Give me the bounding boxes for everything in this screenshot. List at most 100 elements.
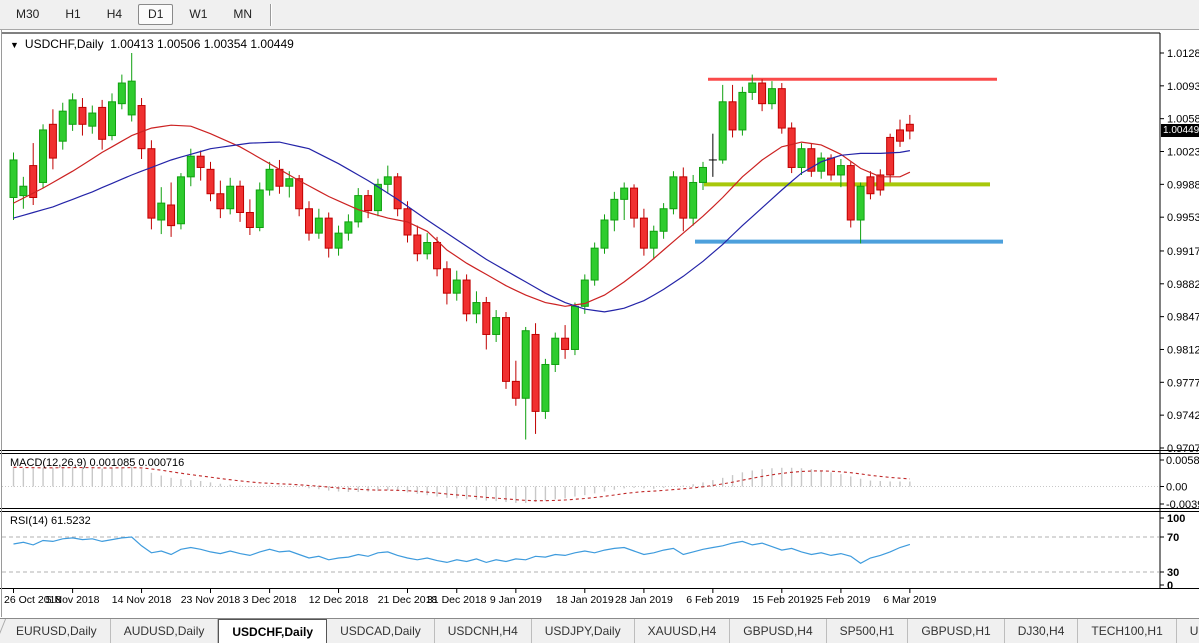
- bear-candle: [236, 185, 245, 213]
- bear-candle: [275, 168, 284, 187]
- bear-candle: [502, 317, 510, 382]
- price-axis-label: 0.97070: [1167, 443, 1199, 455]
- symbol-tabbar: EURUSD,Daily AUDUSD,Daily USDCHF,Daily USDC…: [0, 618, 1199, 643]
- rsi-axis-label: 70: [1167, 532, 1179, 544]
- bull-candle: [600, 219, 609, 249]
- timeframe-button-mn[interactable]: MN: [223, 4, 262, 25]
- bull-candle: [176, 176, 185, 225]
- bear-candle: [364, 195, 373, 212]
- date-axis-label: 6 Mar 2019: [883, 594, 936, 606]
- bear-candle: [147, 148, 156, 219]
- bear-candle: [305, 208, 313, 234]
- bull-candle: [570, 305, 579, 350]
- bear-candle: [413, 234, 422, 255]
- bull-candle: [590, 247, 599, 281]
- bear-candle: [905, 123, 914, 132]
- bull-candle: [68, 99, 77, 125]
- bull-candle: [689, 181, 698, 219]
- price-axis-label: 1.00230: [1167, 147, 1199, 159]
- timeframe-toolbar: M30 H1 H4 D1 W1 MN: [0, 0, 1199, 30]
- bull-candle: [285, 178, 294, 187]
- bear-candle: [896, 129, 904, 142]
- bear-candle: [442, 268, 451, 294]
- symbol-tab-usdchf-daily[interactable]: USDCHF,Daily: [218, 619, 328, 643]
- bear-candle: [777, 88, 786, 129]
- chart-dropdown-icon[interactable]: ▼: [10, 40, 19, 50]
- timeframe-button-d1[interactable]: D1: [138, 4, 174, 25]
- bear-candle: [48, 123, 57, 159]
- macd-axis-label: -0.003945: [1166, 499, 1199, 511]
- chart-symbol-label: USDCHF,Daily: [24, 37, 104, 51]
- symbol-tab-usdcad-daily[interactable]: USDCAD,Daily: [327, 619, 435, 643]
- symbol-tab-gbpusd-h4[interactable]: GBPUSD,H4: [730, 619, 827, 643]
- symbol-tab-xauusd-h4[interactable]: XAUUSD,H4: [635, 619, 731, 643]
- bear-candle: [827, 157, 836, 176]
- symbol-tab-usdcnh-h4[interactable]: USDCNH,H4: [435, 619, 532, 643]
- symbol-tab-eurusd-daily[interactable]: EURUSD,Daily: [3, 619, 111, 643]
- bull-candle: [127, 80, 136, 116]
- bear-candle: [630, 187, 639, 219]
- chart-ohlc-values: 1.00413 1.00506 1.00354 1.00449: [110, 37, 294, 51]
- bull-candle: [9, 159, 18, 198]
- current-price-badge: 1.00449: [1161, 124, 1199, 137]
- bull-candle: [748, 82, 757, 93]
- macd-axis-label: 0.00: [1166, 482, 1187, 494]
- bull-candle: [836, 165, 845, 176]
- bear-candle: [137, 105, 146, 150]
- bull-candle: [334, 232, 343, 249]
- bull-candle: [699, 166, 707, 183]
- timeframe-button-h4[interactable]: H4: [97, 4, 132, 25]
- date-axis-label: 9 Jan 2019: [490, 594, 542, 606]
- macd-axis-label: 0.005802: [1166, 455, 1199, 467]
- price-axis-label: 0.98120: [1167, 344, 1199, 356]
- symbol-tab-dj30-h4[interactable]: DJ30,H4: [1005, 619, 1079, 643]
- price-axis-label: 1.01280: [1167, 48, 1199, 60]
- price-axis-label: 0.98470: [1167, 312, 1199, 324]
- bear-candle: [679, 176, 688, 219]
- bear-candle: [98, 106, 107, 140]
- price-axis-label: 0.98820: [1167, 279, 1199, 291]
- bear-candle: [196, 155, 205, 168]
- bear-candle: [561, 337, 570, 350]
- symbol-tab-audusd-daily[interactable]: AUDUSD,Daily: [111, 619, 219, 643]
- bull-candle: [620, 187, 629, 200]
- bull-candle: [157, 202, 166, 221]
- bull-candle: [521, 330, 530, 399]
- rsi-indicator-label: RSI(14) 61.5232: [10, 515, 91, 527]
- timeframe-button-m30[interactable]: M30: [6, 4, 49, 25]
- bull-candle: [186, 155, 195, 178]
- bear-candle: [886, 136, 895, 176]
- timeframe-button-w1[interactable]: W1: [179, 4, 217, 25]
- price-axis-label: 0.97770: [1167, 377, 1199, 389]
- bull-candle: [649, 230, 658, 249]
- bull-candle: [423, 242, 432, 255]
- date-axis-label: 31 Dec 2018: [427, 594, 487, 606]
- date-axis-label: 25 Feb 2019: [811, 594, 870, 606]
- bull-candle: [452, 279, 461, 294]
- bear-candle: [245, 211, 254, 229]
- bear-candle: [295, 178, 304, 210]
- bull-candle: [88, 112, 97, 127]
- bear-candle: [846, 165, 855, 221]
- symbol-tab-gbpusd-h1[interactable]: GBPUSD,H1: [908, 619, 1005, 643]
- date-axis-label: 15 Feb 2019: [752, 594, 811, 606]
- rsi-axis-label: 0: [1167, 580, 1173, 592]
- symbol-tab-usdjpy-daily[interactable]: USDJPY,Daily: [532, 619, 635, 643]
- bull-candle: [541, 363, 550, 412]
- date-axis-label: 14 Nov 2018: [112, 594, 172, 606]
- bull-candle: [797, 148, 806, 168]
- bull-candle: [314, 217, 323, 234]
- symbol-tab-tech100-h1[interactable]: TECH100,H1: [1078, 619, 1177, 643]
- chart-canvas[interactable]: 1.012801.009301.005801.002300.998800.995…: [0, 30, 1199, 618]
- bull-candle: [383, 176, 392, 185]
- timeframe-button-h1[interactable]: H1: [55, 4, 90, 25]
- bear-candle: [216, 193, 225, 210]
- bull-candle: [492, 317, 501, 335]
- symbol-tab-ukoil[interactable]: UKOil,: [1177, 619, 1199, 643]
- bull-candle: [39, 129, 48, 183]
- bull-candle: [265, 168, 274, 191]
- chart-title: ▼ USDCHF,Daily 1.00413 1.00506 1.00354 1.…: [10, 37, 294, 51]
- symbol-tab-sp500-h1[interactable]: SP500,H1: [827, 619, 909, 643]
- bear-candle: [167, 204, 176, 227]
- bear-candle: [728, 101, 737, 131]
